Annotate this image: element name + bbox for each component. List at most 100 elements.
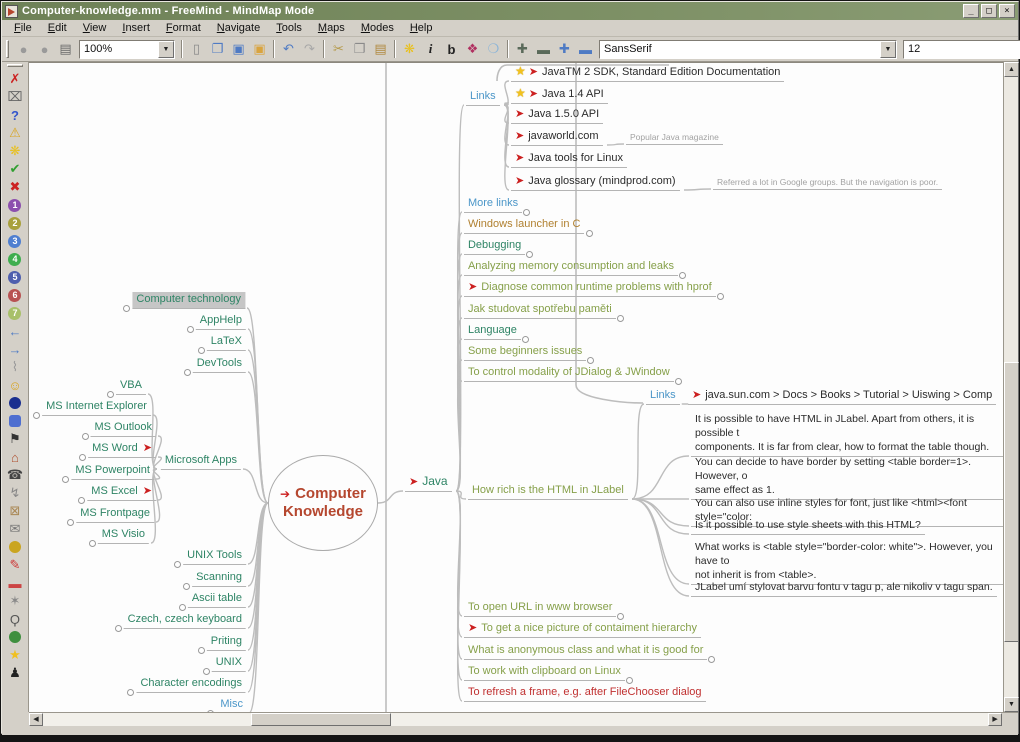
collapse-handle-morelinks[interactable] (522, 209, 530, 216)
scroll-left-button[interactable]: ◀ (28, 713, 43, 726)
map-node-note4[interactable]: Is it possible to use style sheets with … (690, 517, 925, 535)
map-node-language[interactable]: Language (463, 323, 521, 340)
map-node-java14[interactable]: ★ ➤ Java 1.4 API (510, 86, 608, 104)
collapse-handle-diagnose[interactable] (716, 293, 724, 300)
node-color-button[interactable]: ❖ (462, 39, 483, 60)
penguin-icon[interactable]: ♟ (4, 664, 26, 682)
menu-help[interactable]: Help (402, 20, 441, 36)
map-node-refnote[interactable]: Referred a lot in Google groups. But the… (712, 176, 943, 190)
undo-button[interactable]: ↶ (278, 39, 299, 60)
collapse-handle-msvisio[interactable] (88, 540, 96, 547)
map-node-javagloss[interactable]: ➤ Java glossary (mindprod.com) (510, 174, 680, 191)
phone-icon[interactable]: ☎ (4, 466, 26, 484)
collapse-handle-priting[interactable] (197, 647, 205, 654)
forward-icon[interactable]: → (4, 340, 26, 358)
decrease-branch-font-button[interactable]: ▬ (575, 39, 596, 60)
map-node-sdkdoc[interactable]: ★ ➤ JavaTM 2 SDK, Standard Edition Documen… (510, 64, 785, 82)
collapse-handle-comptech[interactable] (122, 305, 130, 312)
font-size-select[interactable]: 12▼ (903, 39, 1020, 59)
map-node-debugging[interactable]: Debugging (463, 238, 526, 255)
map-node-beginners[interactable]: Some beginners issues (463, 344, 587, 361)
menu-tools[interactable]: Tools (268, 20, 310, 36)
priority-2-icon[interactable]: 2 (4, 214, 26, 232)
map-node-note6[interactable]: JLabel umí stylovat barvu fontu v tagu p… (690, 579, 997, 597)
map-node-msfront[interactable]: MS Frontpage (76, 506, 154, 523)
idea-icon[interactable]: ❋ (4, 142, 26, 160)
open-button[interactable]: ❐ (207, 39, 228, 60)
map-node-java[interactable]: ➤ Java (404, 474, 452, 492)
map-node-msoutlook[interactable]: MS Outlook (90, 420, 156, 437)
scroll-down-button[interactable]: ▼ (1004, 697, 1020, 712)
minimize-button[interactable]: _ (963, 4, 979, 18)
collapse-handle-debugging[interactable] (525, 251, 533, 258)
map-node-analyzing[interactable]: Analyzing memory consumption and leaks (463, 259, 679, 276)
horizontal-scrollbar[interactable]: ◀ ▶ (28, 712, 1003, 726)
priority-4-icon[interactable]: 4 (4, 250, 26, 268)
home-icon[interactable]: ⌂ (4, 448, 26, 466)
collapse-handle-ascii[interactable] (178, 604, 186, 611)
map-root-node[interactable]: ➔ Computer Knowledge (267, 455, 378, 551)
zoom-select-dropdown-icon[interactable]: ▼ (158, 40, 174, 58)
launch-icon[interactable] (4, 628, 26, 646)
icon-toolbar-grip[interactable] (6, 64, 23, 67)
collapse-handle-language[interactable] (521, 336, 529, 343)
map-node-unixtools[interactable]: UNIX Tools (183, 548, 246, 565)
toolbar-grip[interactable] (6, 40, 9, 58)
collapse-handle-charenc[interactable] (126, 689, 134, 696)
collapse-handle-openurl[interactable] (616, 613, 624, 620)
not-icon[interactable]: ✖ (4, 178, 26, 196)
collapse-handle-latex[interactable] (197, 347, 205, 354)
collapse-handle-msie[interactable] (32, 412, 40, 419)
menu-maps[interactable]: Maps (310, 20, 353, 36)
map-node-refresh[interactable]: To refresh a frame, e.g. after FileChoos… (463, 685, 706, 702)
map-node-msie[interactable]: MS Internet Explorer (42, 399, 151, 416)
warning-icon[interactable]: ⚠ (4, 124, 26, 142)
priority-1-icon[interactable]: 1 (4, 196, 26, 214)
vertical-scrollbar[interactable]: ▲ ▼ (1003, 62, 1020, 712)
map-node-scanning[interactable]: Scanning (192, 570, 246, 587)
pencil-icon[interactable]: ✎ (4, 556, 26, 574)
collapse-handle-apphelp[interactable] (186, 326, 194, 333)
collapse-handle-msword[interactable] (78, 454, 86, 461)
map-node-charenc[interactable]: Character encodings (136, 676, 246, 693)
increase-node-font-button[interactable]: ✚ (512, 39, 533, 60)
menu-modes[interactable]: Modes (353, 20, 402, 36)
map-node-diagnose[interactable]: ➤ Diagnose common runtime problems with h… (463, 280, 716, 297)
map-node-note2[interactable]: You can decide to have border by setting… (690, 454, 1004, 500)
menu-view[interactable]: View (75, 20, 115, 36)
map-node-howrich[interactable]: How rich is the HTML in JLabel (467, 483, 628, 500)
maximize-button[interactable]: □ (981, 4, 997, 18)
map-node-czech[interactable]: Czech, czech keyboard (123, 612, 246, 629)
collapse-handle-anonymous[interactable] (707, 656, 715, 663)
priority-5-icon[interactable]: 5 (4, 268, 26, 286)
collapse-handle-analyzing[interactable] (678, 272, 686, 279)
remove-icon[interactable]: ✗ (4, 70, 26, 88)
collapse-handle-scanning[interactable] (182, 583, 190, 590)
map-node-javasun[interactable]: ➤ java.sun.com > Docs > Books > Tutorial … (687, 388, 997, 405)
map-node-popnote[interactable]: Popular Java magazine (625, 131, 723, 145)
collapse-handle-msfront[interactable] (66, 519, 74, 526)
flag-icon[interactable]: ⚑ (4, 430, 26, 448)
map-node-msapps[interactable]: Microsoft Apps (160, 453, 241, 470)
new-mindmap-button[interactable]: ▯ (186, 39, 207, 60)
priority-6-icon[interactable]: 6 (4, 286, 26, 304)
priority-3-icon[interactable]: 3 (4, 232, 26, 250)
map-node-javatools[interactable]: ➤ Java tools for Linux (510, 151, 627, 168)
map-node-msvisio[interactable]: MS Visio (97, 527, 149, 544)
map-node-jak[interactable]: Jak studovat spotřebu paměti (463, 302, 616, 319)
menu-edit[interactable]: Edit (40, 20, 75, 36)
yes-icon[interactable]: ✔ (4, 160, 26, 178)
magnifier-icon[interactable]: Ϙ (4, 610, 26, 628)
desktop-icon[interactable] (4, 412, 26, 430)
increase-branch-font-button[interactable]: ✚ (554, 39, 575, 60)
stop-icon[interactable]: ▬ (4, 574, 26, 592)
collapse-handle-msexcel[interactable] (77, 497, 85, 504)
collapse-handle-unix[interactable] (202, 668, 210, 675)
previous-map-button[interactable]: ● (13, 39, 34, 60)
zoom-select[interactable]: 100% ▼ (79, 39, 175, 59)
map-node-javaworld[interactable]: ➤ javaworld.com (510, 129, 603, 146)
map-node-unix[interactable]: UNIX (211, 655, 246, 672)
map-node-anonymous[interactable]: What is anonymous class and what it is g… (463, 643, 708, 660)
menu-navigate[interactable]: Navigate (209, 20, 268, 36)
collapse-handle-beginners[interactable] (586, 357, 594, 364)
